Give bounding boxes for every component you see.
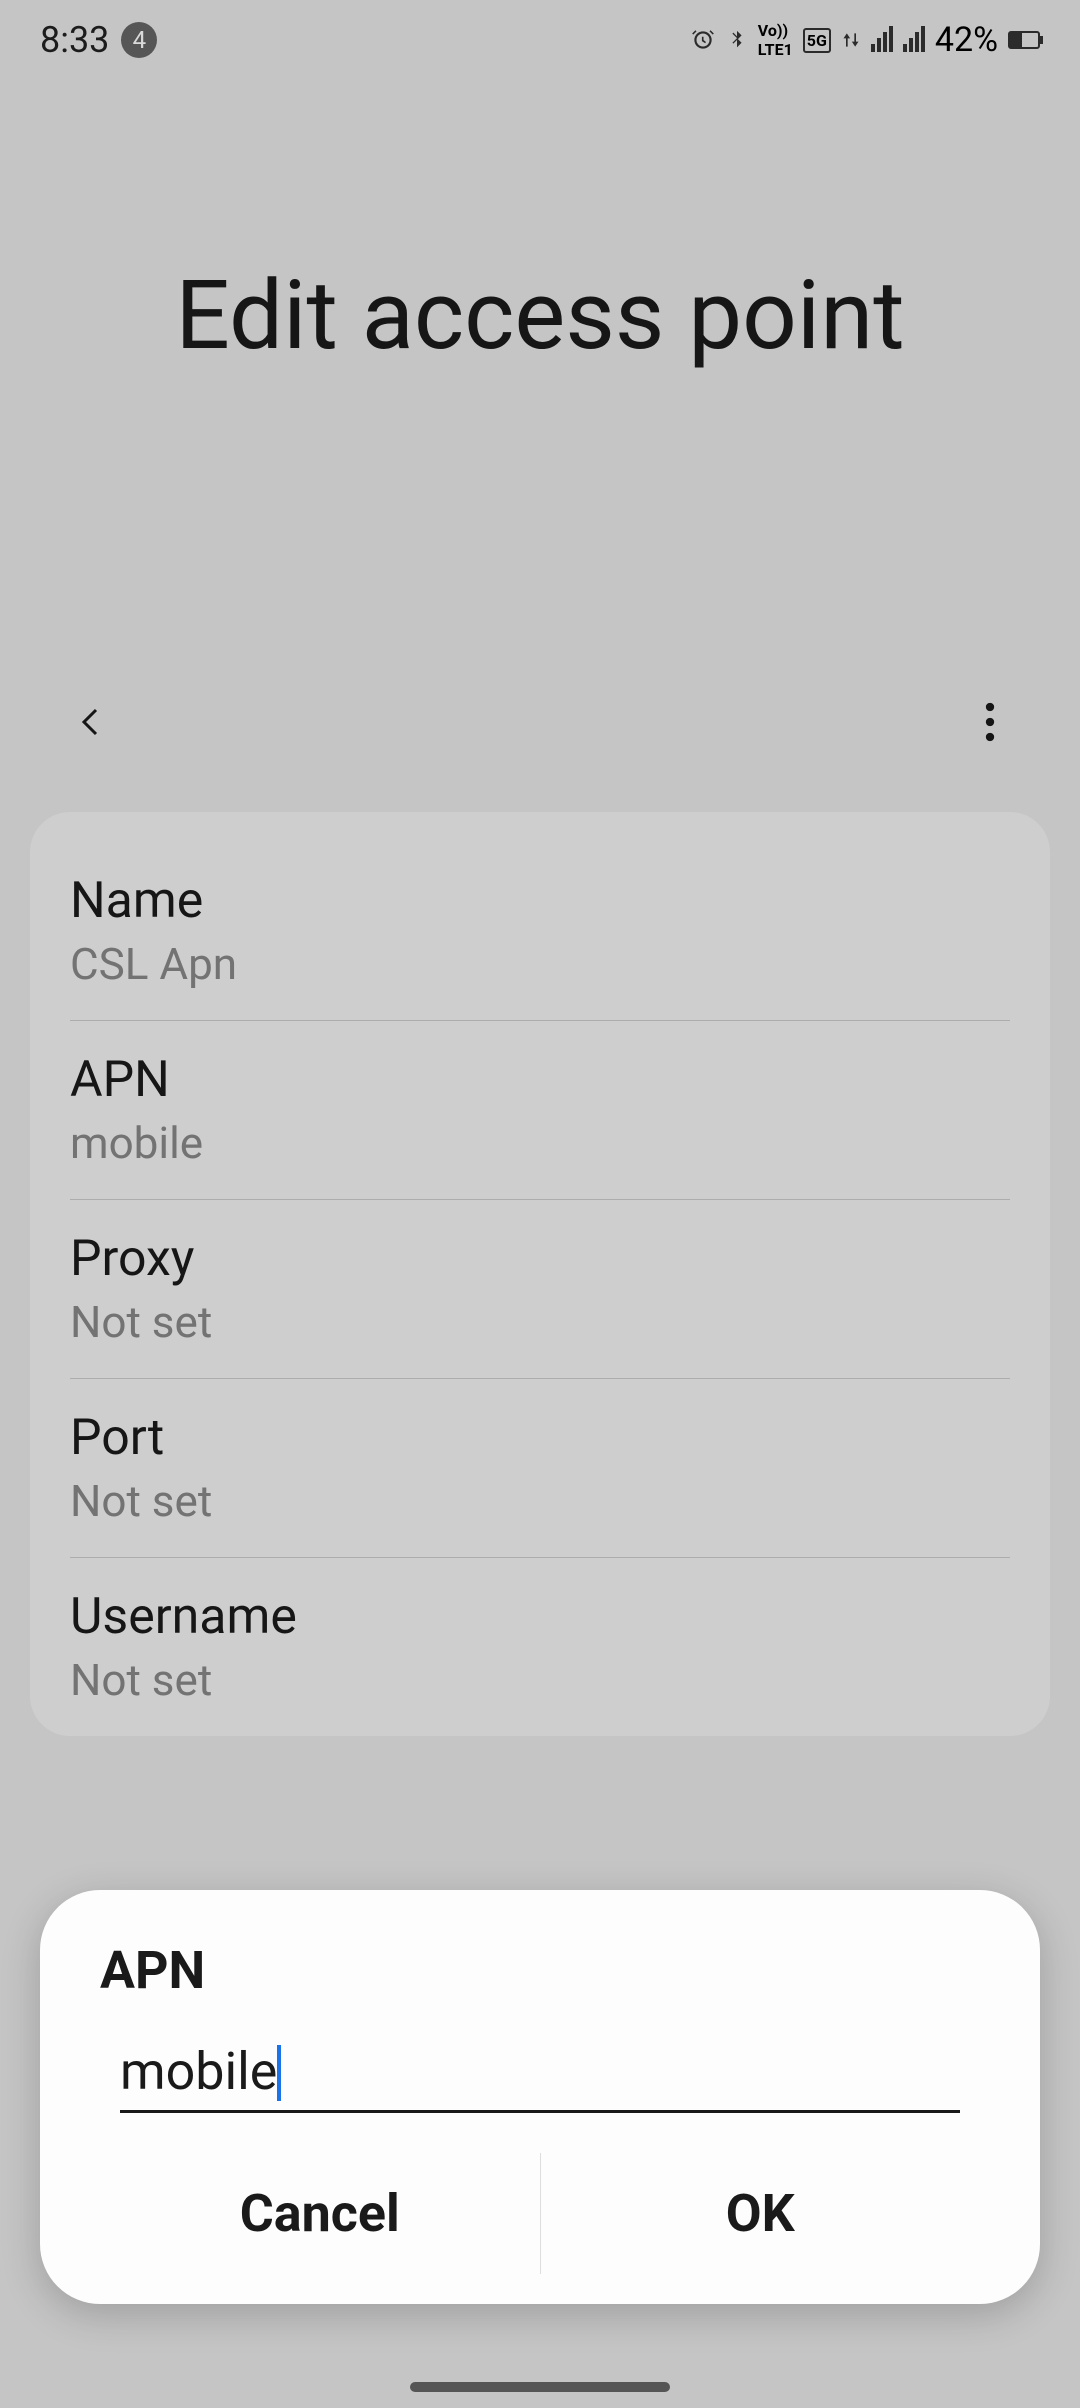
dialog-input-container: [120, 2041, 960, 2113]
cancel-button[interactable]: Cancel: [100, 2153, 541, 2274]
text-cursor: [277, 2045, 281, 2101]
dialog-title: APN: [100, 1940, 980, 2001]
apn-input[interactable]: [120, 2041, 960, 2102]
dialog-buttons: Cancel OK: [100, 2153, 980, 2274]
apn-edit-dialog: APN Cancel OK: [40, 1890, 1040, 2304]
ok-button[interactable]: OK: [541, 2153, 981, 2274]
navigation-handle[interactable]: [410, 2382, 670, 2392]
